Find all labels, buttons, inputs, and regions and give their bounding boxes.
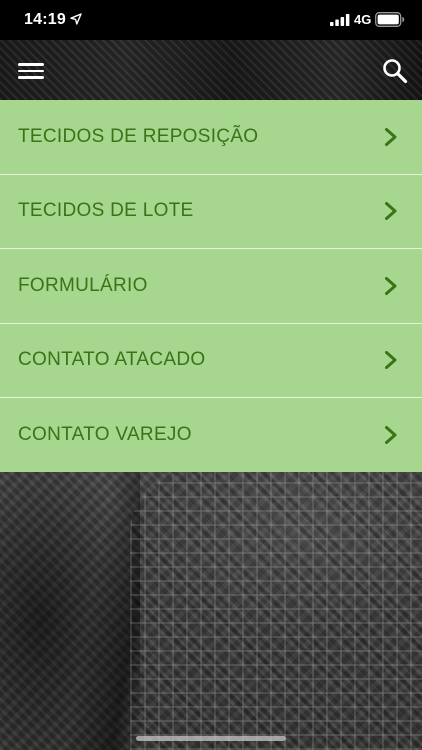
home-indicator[interactable]	[136, 736, 286, 741]
chevron-right-icon	[385, 351, 397, 370]
menu-item-label: TECIDOS DE REPOSIÇÃO	[18, 125, 259, 147]
network-type: 4G	[354, 12, 372, 27]
battery-icon	[375, 12, 405, 27]
chevron-right-icon	[385, 202, 397, 221]
chevron-right-icon	[385, 276, 397, 295]
chevron-right-icon	[385, 425, 397, 444]
main-menu-list: TECIDOS DE REPOSIÇÃO TECIDOS DE LOTE FOR…	[0, 100, 422, 472]
background-seat-fabric	[130, 472, 422, 750]
app-header	[0, 40, 422, 100]
chevron-right-icon	[385, 127, 397, 146]
menu-item-label: FORMULÁRIO	[18, 274, 148, 296]
menu-item-formulario[interactable]: FORMULÁRIO	[0, 249, 422, 324]
location-arrow-icon	[70, 13, 82, 25]
menu-item-tecidos-de-reposicao[interactable]: TECIDOS DE REPOSIÇÃO	[0, 100, 422, 175]
hamburger-menu-icon[interactable]	[18, 63, 44, 79]
status-time: 14:19	[24, 11, 66, 28]
status-bar: 14:19 4G	[0, 0, 422, 40]
menu-item-contato-varejo[interactable]: CONTATO VAREJO	[0, 398, 422, 472]
app-screen: 14:19 4G TECIDOS DE REPOSIÇÃO TECIDOS DE…	[0, 0, 422, 750]
menu-item-contato-atacado[interactable]: CONTATO ATACADO	[0, 323, 422, 398]
search-icon[interactable]	[382, 58, 408, 84]
menu-item-tecidos-de-lote[interactable]: TECIDOS DE LOTE	[0, 174, 422, 249]
menu-item-label: TECIDOS DE LOTE	[18, 200, 194, 222]
menu-item-label: CONTATO ATACADO	[18, 349, 206, 371]
background-seat-shadow	[0, 470, 140, 750]
signal-bars-icon	[330, 14, 350, 26]
menu-item-label: CONTATO VAREJO	[18, 423, 192, 445]
